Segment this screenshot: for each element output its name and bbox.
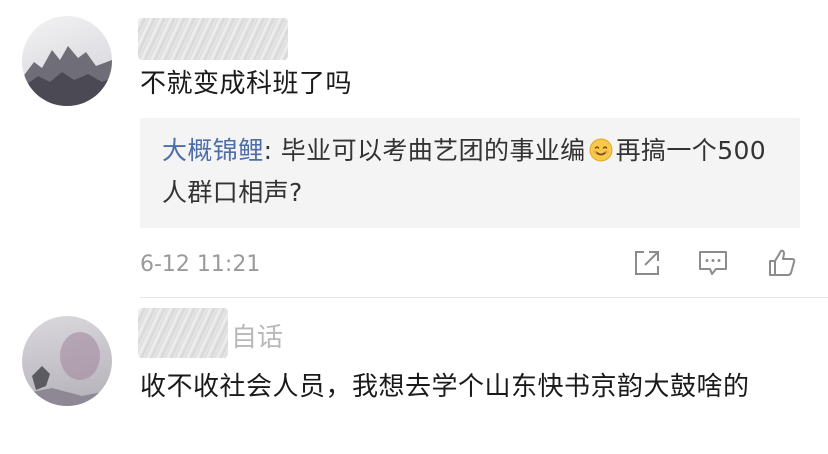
- comment-text: 不就变成科班了吗: [140, 69, 353, 99]
- reply-content: 大概锦鲤: 毕业可以考曲艺团的事业编 再搞一个500人群口相声?: [162, 130, 782, 214]
- reply-text-part1: 毕业可以考曲艺团的事业编: [272, 136, 586, 165]
- comment-icon: [699, 251, 727, 275]
- like-button[interactable]: [765, 246, 799, 280]
- avatar[interactable]: [22, 316, 112, 406]
- reply-button[interactable]: [696, 246, 730, 280]
- username-obscured[interactable]: [138, 308, 228, 358]
- avatar-image: [22, 332, 112, 406]
- timestamp: 6-12 11:21: [140, 252, 261, 277]
- username-obscured[interactable]: [138, 18, 288, 60]
- smile-emoji-icon: [589, 133, 613, 162]
- comment-item: 不就变成科班了吗 大概锦鲤: 毕业可以考曲艺团的事业编 再搞一个500人群口相声?…: [0, 0, 828, 298]
- reply-username[interactable]: 大概锦鲤: [162, 136, 264, 165]
- comment-feed: 不就变成科班了吗 大概锦鲤: 毕业可以考曲艺团的事业编 再搞一个500人群口相声?…: [0, 0, 828, 454]
- share-button[interactable]: [630, 246, 664, 280]
- reply-box[interactable]: 大概锦鲤: 毕业可以考曲艺团的事业编 再搞一个500人群口相声?: [140, 118, 800, 228]
- comment-text: 收不收社会人员，我想去学个山东快书京韵大鼓啥的: [140, 372, 750, 402]
- username-suffix: 自话: [231, 323, 284, 353]
- avatar[interactable]: [22, 16, 112, 106]
- thumbs-up-icon: [769, 249, 796, 276]
- comment-item: 自话 收不收社会人员，我想去学个山东快书京韵大鼓啥的: [0, 298, 828, 454]
- avatar-image: [22, 46, 112, 106]
- share-icon: [635, 251, 659, 275]
